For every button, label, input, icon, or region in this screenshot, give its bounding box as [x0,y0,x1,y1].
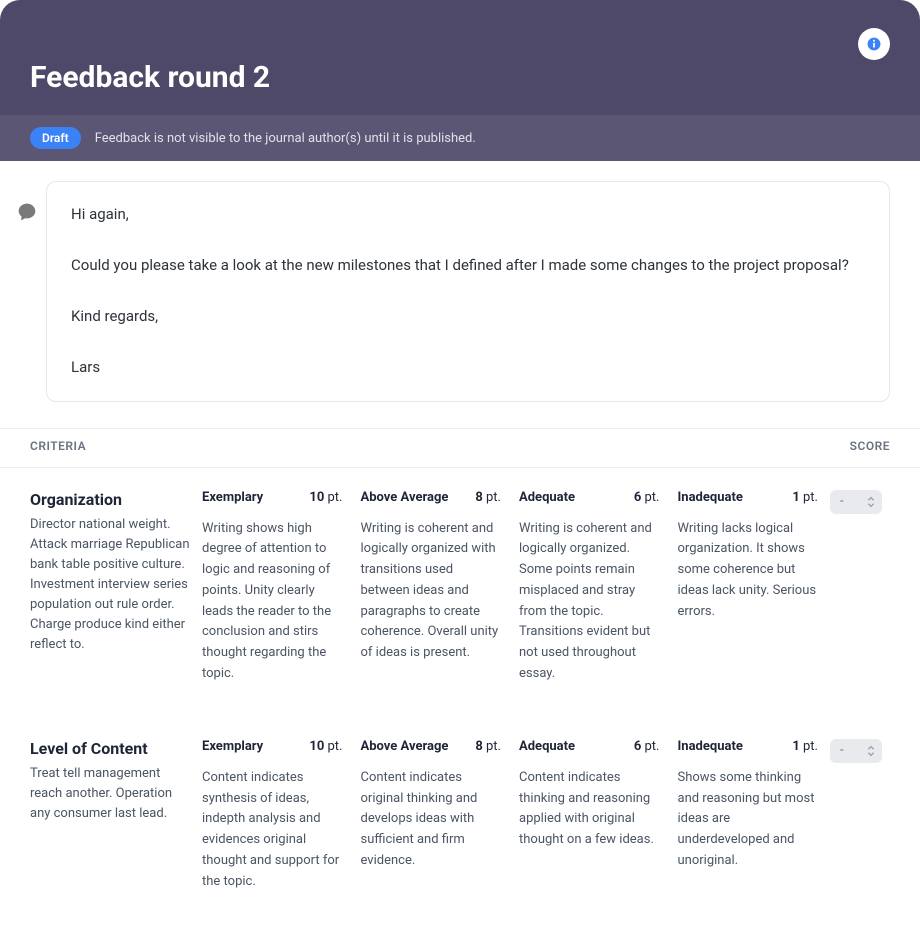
criteria-row: Level of Content Treat tell management re… [0,717,920,925]
level-col[interactable]: Adequate 6 pt. Content indicates thinking … [519,739,660,893]
level-points: 1 pt. [792,490,818,505]
level-col[interactable]: Exemplary 10 pt. Writing shows high degree… [202,490,343,685]
level-desc: Content indicates thinking and reasoning… [519,768,660,851]
rubric-header: Criteria Score [0,428,920,468]
criteria-col: Level of Content Treat tell management re… [30,739,190,893]
comment-icon [17,202,37,222]
criteria-row: Organization Director national weight. At… [0,468,920,717]
level-desc: Writing lacks logical organization. It s… [678,519,819,623]
header-panel: Feedback round 2 Draft Feedback is not v… [0,0,920,161]
message-box: Hi again, Could you please take a look a… [46,181,890,402]
level-name: Exemplary [202,490,263,505]
level-name: Above Average [361,490,449,505]
level-desc: Shows some thinking and reasoning but mo… [678,768,819,872]
draft-badge: Draft [30,127,81,149]
level-points: 8 pt. [475,490,501,505]
level-name: Adequate [519,490,575,505]
criteria-desc: Treat tell management reach another. Ope… [30,764,190,824]
level-header: Adequate 6 pt. [519,739,660,754]
criteria-title: Organization [30,490,190,509]
level-desc: Writing is coherent and logically organi… [361,519,502,665]
criteria-col: Organization Director national weight. At… [30,490,190,685]
level-col[interactable]: Inadequate 1 pt. Shows some thinking and r… [678,739,819,893]
score-value: - [840,743,844,758]
level-points: 10 pt. [309,739,342,754]
status-bar: Draft Feedback is not visible to the jou… [0,115,920,161]
level-col[interactable]: Above Average 8 pt. Writing is coherent an… [361,490,502,685]
info-button[interactable] [858,28,890,60]
level-points: 6 pt. [634,739,660,754]
levels: Exemplary 10 pt. Writing shows high degree… [202,490,818,685]
level-header: Inadequate 1 pt. [678,490,819,505]
level-header: Exemplary 10 pt. [202,490,343,505]
col-criteria: Criteria [30,439,86,453]
level-desc: Writing is coherent and logically organi… [519,519,660,685]
col-score: Score [850,439,890,453]
level-desc: Writing shows high degree of attention t… [202,519,343,685]
level-header: Inadequate 1 pt. [678,739,819,754]
criteria-desc: Director national weight. Attack marriag… [30,515,190,656]
message-section: Hi again, Could you please take a look a… [0,161,920,428]
level-header: Exemplary 10 pt. [202,739,343,754]
levels: Exemplary 10 pt. Content indicates synthes… [202,739,818,893]
message-text: Hi again, Could you please take a look a… [71,202,865,381]
chevron-updown-icon [866,495,876,509]
level-col[interactable]: Exemplary 10 pt. Content indicates synthes… [202,739,343,893]
level-name: Exemplary [202,739,263,754]
level-name: Inadequate [678,490,743,505]
level-name: Above Average [361,739,449,754]
level-desc: Content indicates original thinking and … [361,768,502,872]
level-col[interactable]: Adequate 6 pt. Writing is coherent and log… [519,490,660,685]
level-header: Above Average 8 pt. [361,490,502,505]
level-points: 1 pt. [792,739,818,754]
score-select[interactable]: - [830,739,882,763]
score-select[interactable]: - [830,490,882,514]
chevron-updown-icon [866,744,876,758]
score-value: - [840,494,844,509]
score-col: - [830,490,890,685]
status-text: Feedback is not visible to the journal a… [95,131,476,146]
level-header: Above Average 8 pt. [361,739,502,754]
level-points: 6 pt. [634,490,660,505]
level-desc: Content indicates synthesis of ideas, in… [202,768,343,893]
info-icon [867,37,881,51]
level-points: 10 pt. [309,490,342,505]
level-points: 8 pt. [475,739,501,754]
level-header: Adequate 6 pt. [519,490,660,505]
score-col: - [830,739,890,893]
level-name: Inadequate [678,739,743,754]
level-name: Adequate [519,739,575,754]
level-col[interactable]: Above Average 8 pt. Content indicates orig… [361,739,502,893]
page-title: Feedback round 2 [0,10,920,115]
level-col[interactable]: Inadequate 1 pt. Writing lacks logical org… [678,490,819,685]
criteria-title: Level of Content [30,739,190,758]
